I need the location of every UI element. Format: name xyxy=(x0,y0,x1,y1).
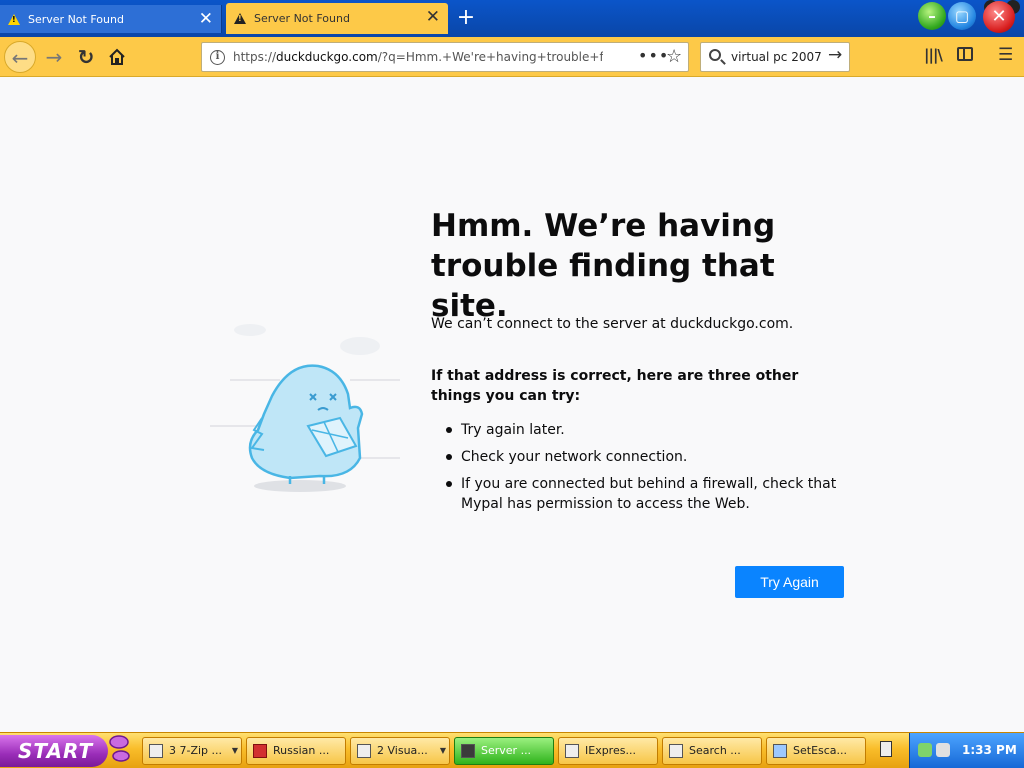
app-icon xyxy=(149,744,163,758)
system-tray: 1:33 PM xyxy=(909,733,1024,768)
notepad-icon[interactable] xyxy=(880,741,892,757)
clock[interactable]: 1:33 PM xyxy=(962,743,1017,757)
search-input[interactable]: virtual pc 2007 xyxy=(731,50,822,64)
search-go-icon[interactable]: → xyxy=(828,45,842,65)
list-item: Try again later. xyxy=(446,420,846,440)
app-icon xyxy=(253,744,267,758)
error-page: Hmm. We’re having trouble finding that s… xyxy=(0,78,1024,732)
bookmark-star-icon[interactable]: ☆ xyxy=(666,46,682,67)
new-tab-button[interactable]: + xyxy=(454,6,478,30)
url-bar[interactable]: i https://duckduckgo.com/?q=Hmm.+We're+h… xyxy=(201,42,689,72)
app-icon xyxy=(461,744,475,758)
close-tab-icon[interactable]: ✕ xyxy=(199,9,213,29)
library-icon[interactable]: |||\ xyxy=(924,46,943,64)
sidebar-icon[interactable] xyxy=(957,47,973,61)
app-icon xyxy=(773,744,787,758)
taskbar-task-active[interactable]: Server ... xyxy=(454,737,554,765)
tab-title: Server Not Found xyxy=(254,12,350,25)
close-tab-icon[interactable]: ✕ xyxy=(426,7,440,27)
error-title: Hmm. We’re having trouble finding that s… xyxy=(431,208,776,324)
taskbar: START 3 7-Zip ... ▼ Russian ... 2 Visua.… xyxy=(0,732,1024,768)
warning-icon xyxy=(8,13,20,25)
search-bar[interactable]: virtual pc 2007 → xyxy=(700,42,850,72)
info-icon[interactable]: i xyxy=(210,50,225,65)
page-actions-icon[interactable]: ••• xyxy=(638,46,669,65)
volume-icon[interactable] xyxy=(936,743,950,757)
taskbar-task[interactable]: Russian ... xyxy=(246,737,346,765)
tab-2[interactable]: Server Not Found ✕ xyxy=(226,3,448,34)
nav-bar: ← → ↻ i https://duckduckgo.com/?q=Hmm.+W… xyxy=(0,37,1024,77)
close-icon: ✕ xyxy=(991,6,1007,27)
illustration-dinosaur xyxy=(210,324,400,492)
home-icon xyxy=(109,48,125,65)
taskbar-task[interactable]: 2 Visua... ▼ xyxy=(350,737,450,765)
url-text[interactable]: https://duckduckgo.com/?q=Hmm.+We're+hav… xyxy=(233,50,603,64)
start-button[interactable]: START xyxy=(0,735,108,767)
tab-strip: Server Not Found ✕ Server Not Found ✕ + … xyxy=(0,0,1024,37)
app-icon xyxy=(669,744,683,758)
minimize-button[interactable]: – xyxy=(918,2,946,30)
chevron-down-icon: ▼ xyxy=(439,746,446,755)
taskbar-task[interactable]: IExpres... xyxy=(558,737,658,765)
hamburger-menu-icon[interactable]: ☰ xyxy=(998,45,1013,65)
tab-title: Server Not Found xyxy=(28,12,124,26)
error-hint: If that address is correct, here are thr… xyxy=(431,368,799,404)
network-icon[interactable] xyxy=(918,743,932,757)
error-description: We can’t connect to the server at duckdu… xyxy=(431,316,794,332)
taskbar-task[interactable]: 3 7-Zip ... ▼ xyxy=(142,737,242,765)
app-icon xyxy=(357,744,371,758)
try-again-button[interactable]: Try Again xyxy=(735,566,844,598)
warning-icon xyxy=(234,13,246,24)
close-window-button[interactable]: ✕ xyxy=(983,1,1015,33)
taskbar-task[interactable]: Search ... xyxy=(662,737,762,765)
search-icon xyxy=(709,49,721,61)
reload-button[interactable]: ↻ xyxy=(70,41,102,73)
minimize-icon: – xyxy=(928,7,936,25)
tab-1[interactable]: Server Not Found ✕ xyxy=(0,5,222,33)
list-item: If you are connected but behind a firewa… xyxy=(446,474,846,514)
home-button[interactable] xyxy=(101,41,133,73)
maximize-icon: ▢ xyxy=(954,7,970,25)
tips-list: Try again later. Check your network conn… xyxy=(446,420,846,521)
app-icon xyxy=(565,744,579,758)
back-button[interactable]: ← xyxy=(4,41,36,73)
maximize-button[interactable]: ▢ xyxy=(948,2,976,30)
start-decoration-icon xyxy=(109,735,130,762)
forward-button[interactable]: → xyxy=(38,41,70,73)
chevron-down-icon: ▼ xyxy=(231,746,238,755)
list-item: Check your network connection. xyxy=(446,447,846,467)
taskbar-task[interactable]: SetEsca... xyxy=(766,737,866,765)
